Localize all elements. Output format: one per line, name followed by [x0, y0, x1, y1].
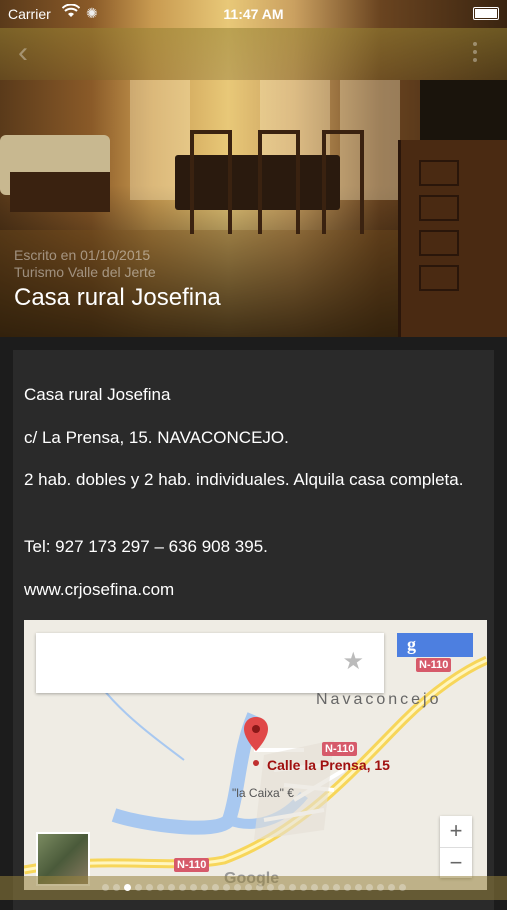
- page-title: Casa rural Josefina: [14, 284, 221, 311]
- chevron-left-icon[interactable]: ‹: [18, 36, 28, 70]
- listing-phone[interactable]: Tel: 927 173 297 – 636 908 395.: [24, 535, 474, 559]
- star-icon[interactable]: ★: [342, 647, 364, 676]
- page-dot[interactable]: [299, 884, 307, 891]
- road-label: N-110: [416, 658, 452, 672]
- page-dot[interactable]: [387, 884, 395, 891]
- page-dot[interactable]: [145, 884, 153, 891]
- page-dot[interactable]: [222, 884, 230, 891]
- google-search-button[interactable]: g: [397, 633, 473, 657]
- page-dot[interactable]: [233, 884, 241, 891]
- map-search-input[interactable]: ★: [36, 633, 384, 693]
- page-dot[interactable]: [332, 884, 340, 891]
- page-dot[interactable]: [167, 884, 175, 891]
- page-dot[interactable]: [211, 884, 219, 891]
- page-dot[interactable]: [354, 884, 362, 891]
- clock: 11:47 AM: [223, 6, 284, 22]
- status-bar: Carrier ✺ 11:47 AM: [0, 0, 507, 28]
- page-dot[interactable]: [277, 884, 285, 891]
- page-dot[interactable]: [321, 884, 329, 891]
- page-dot[interactable]: [365, 884, 373, 891]
- page-dot[interactable]: [398, 884, 406, 891]
- page-indicator[interactable]: [0, 876, 507, 900]
- page-dot[interactable]: [112, 884, 120, 891]
- page-dot[interactable]: [244, 884, 252, 891]
- page-dot[interactable]: [134, 884, 142, 891]
- navigation-bar: ‹: [0, 28, 507, 80]
- zoom-control: + −: [440, 816, 472, 878]
- listing-address: c/ La Prensa, 15. NAVACONCEJO.: [24, 428, 289, 447]
- road-label: N-110: [322, 742, 358, 756]
- page-dot[interactable]: [343, 884, 351, 891]
- page-dot[interactable]: [123, 884, 131, 891]
- listing-website[interactable]: www.crjosefina.com: [24, 578, 474, 602]
- battery-icon: [473, 7, 499, 20]
- page-dot[interactable]: [288, 884, 296, 891]
- post-date: Escrito en 01/10/2015: [14, 247, 151, 263]
- map-view[interactable]: ★ g Navaconcejo N-110 N-110 N-110 Calle …: [24, 620, 487, 890]
- road-label: N-110: [174, 858, 210, 872]
- page-dot[interactable]: [189, 884, 197, 891]
- listing-name: Casa rural Josefina: [24, 385, 171, 404]
- map-town-label: Navaconcejo: [316, 691, 442, 708]
- pin-label: Calle la Prensa, 15: [267, 757, 390, 773]
- more-vertical-icon[interactable]: [473, 42, 477, 66]
- page-dot[interactable]: [178, 884, 186, 891]
- page-dot[interactable]: [266, 884, 274, 891]
- page-dot[interactable]: [200, 884, 208, 891]
- zoom-out-button[interactable]: −: [440, 848, 472, 879]
- page-dot[interactable]: [255, 884, 263, 891]
- poi-label: "la Caixa" €: [232, 786, 294, 800]
- page-dot[interactable]: [156, 884, 164, 891]
- listing-rooms: 2 hab. dobles y 2 hab. individuales. Alq…: [24, 470, 464, 489]
- page-dot[interactable]: [310, 884, 318, 891]
- page-dot[interactable]: [376, 884, 384, 891]
- page-dot[interactable]: [101, 884, 109, 891]
- post-meta: Escrito en 01/10/2015 Turismo Valle del …: [14, 247, 156, 281]
- post-category: Turismo Valle del Jerte: [14, 264, 156, 280]
- zoom-in-button[interactable]: +: [440, 816, 472, 848]
